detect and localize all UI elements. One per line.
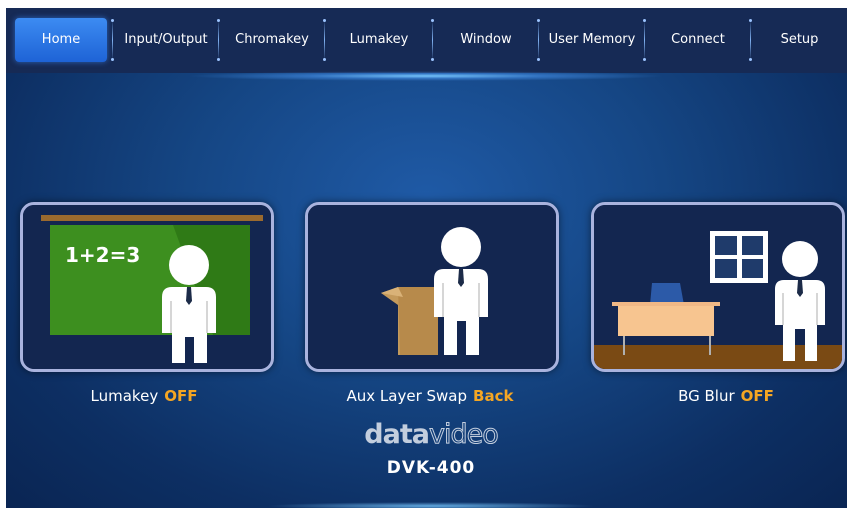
tab-window[interactable]: Window bbox=[434, 18, 538, 62]
lumakey-state: OFF bbox=[164, 387, 198, 405]
aux-layer-swap-state: Back bbox=[473, 387, 514, 405]
nav-separator bbox=[749, 19, 752, 61]
nav-separator bbox=[217, 19, 220, 61]
tab-home[interactable]: Home bbox=[15, 18, 107, 62]
bottom-glow bbox=[266, 502, 596, 508]
tab-connect[interactable]: Connect bbox=[646, 18, 750, 62]
bg-blur-state: OFF bbox=[740, 387, 774, 405]
lumakey-card[interactable]: 1+2=3 bbox=[20, 202, 274, 372]
tab-input-output[interactable]: Input/Output bbox=[114, 18, 218, 62]
aux-layer-swap-name: Aux Layer Swap bbox=[346, 387, 468, 405]
lumakey-name: Lumakey bbox=[90, 387, 159, 405]
bg-blur-name: BG Blur bbox=[678, 387, 735, 405]
nav-separator bbox=[431, 19, 434, 61]
lumakey-label: Lumakey OFF bbox=[14, 387, 274, 405]
tab-setup[interactable]: Setup bbox=[752, 18, 847, 62]
nav-separator bbox=[111, 19, 114, 61]
nav-separator bbox=[323, 19, 326, 61]
chalkboard-equation: 1+2=3 bbox=[65, 243, 140, 267]
tab-lumakey[interactable]: Lumakey bbox=[326, 18, 432, 62]
model-name: DVK-400 bbox=[386, 458, 476, 478]
aux-layer-swap-card[interactable] bbox=[305, 202, 559, 372]
main-screen: Home Input/Output Chromakey Lumakey Wind… bbox=[6, 8, 847, 508]
nav-separator bbox=[643, 19, 646, 61]
bg-blur-label: BG Blur OFF bbox=[596, 387, 847, 405]
tab-user-memory[interactable]: User Memory bbox=[540, 18, 644, 62]
datavideo-logo: datavideo bbox=[364, 419, 499, 451]
nav-tabs: Home Input/Output Chromakey Lumakey Wind… bbox=[6, 8, 847, 73]
nav-separator bbox=[537, 19, 540, 61]
podium-speaker-icon bbox=[308, 205, 556, 369]
classroom-teacher-icon: 1+2=3 bbox=[23, 205, 271, 369]
aux-layer-swap-label: Aux Layer Swap Back bbox=[300, 387, 560, 405]
tab-chromakey[interactable]: Chromakey bbox=[220, 18, 324, 62]
office-person-icon bbox=[594, 205, 842, 369]
bg-blur-card[interactable] bbox=[591, 202, 845, 372]
